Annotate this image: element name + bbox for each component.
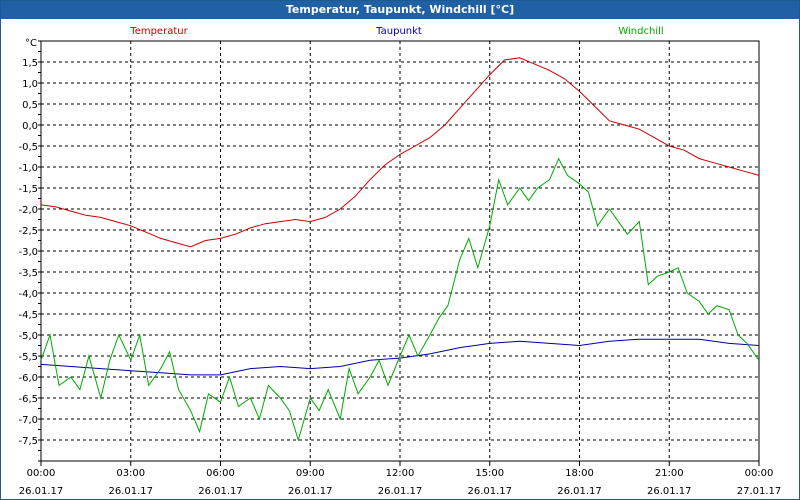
y-tick-label: -5,0 <box>18 331 38 342</box>
x-tick-time: 12:00 <box>386 468 415 479</box>
y-tick-label: -6,0 <box>18 373 38 384</box>
x-tick-date: 26.01.17 <box>378 486 423 497</box>
y-axis-unit: °C <box>25 38 37 49</box>
line-chart: Temperatur Taupunkt Windchill 1,5 1,0 0,5 0,0… <box>18 26 781 497</box>
x-tick-date: 26.01.17 <box>198 486 243 497</box>
x-tick-date: 26.01.17 <box>108 486 153 497</box>
y-tick-label: 1,5 <box>22 58 38 69</box>
chart-legend: Temperatur Taupunkt Windchill <box>129 26 663 37</box>
x-tick-date: 26.01.17 <box>19 486 64 497</box>
y-tick-label: 1,0 <box>22 79 38 90</box>
x-tick-date: 26.01.17 <box>557 486 602 497</box>
y-tick-label: 0,5 <box>22 100 38 111</box>
x-tick-date: 26.01.17 <box>288 486 333 497</box>
x-tick-date: 26.01.17 <box>467 486 512 497</box>
legend-entry-taupunkt: Taupunkt <box>375 26 422 37</box>
x-tick-time: 21:00 <box>655 468 684 479</box>
x-tick-time: 00:00 <box>27 468 56 479</box>
y-tick-label: -5,5 <box>18 352 38 363</box>
y-tick-label: -1,5 <box>18 184 38 195</box>
x-tick-time: 03:00 <box>116 468 145 479</box>
y-tick-label: -2,0 <box>18 205 38 216</box>
y-tick-label: -2,5 <box>18 226 38 237</box>
y-tick-label: -3,5 <box>18 268 38 279</box>
y-tick-label: -1,0 <box>18 163 38 174</box>
x-tick-date: 27.01.17 <box>737 486 782 497</box>
legend-entry-temperatur: Temperatur <box>129 26 188 37</box>
chart-tick-labels: 1,5 1,0 0,5 0,0 -0,5 -1,0 -1,5 -2,0 -2,5 -3,0 -3,5… <box>18 38 781 497</box>
chart-grid <box>40 41 760 461</box>
y-tick-label: -4,5 <box>18 310 38 321</box>
y-tick-label: -6,5 <box>18 394 38 405</box>
chart-axes <box>38 40 760 466</box>
x-tick-time: 09:00 <box>296 468 325 479</box>
x-tick-time: 18:00 <box>565 468 594 479</box>
x-tick-time: 15:00 <box>475 468 504 479</box>
window-title: Temperatur, Taupunkt, Windchill [°C] <box>1 1 799 19</box>
legend-entry-windchill: Windchill <box>618 26 663 37</box>
series-line-temperatur <box>40 57 760 248</box>
y-tick-label: -7,0 <box>18 415 38 426</box>
y-tick-label: -3,0 <box>18 247 38 258</box>
y-tick-label: 0,0 <box>22 121 38 132</box>
y-tick-label: -4,0 <box>18 289 38 300</box>
x-tick-time: 06:00 <box>206 468 235 479</box>
y-tick-label: -7,5 <box>18 436 38 447</box>
y-tick-label: -0,5 <box>18 142 38 153</box>
chart-window: Temperatur, Taupunkt, Windchill [°C] Tem… <box>0 0 800 500</box>
x-tick-time: 00:00 <box>745 468 774 479</box>
x-tick-date: 26.01.17 <box>647 486 692 497</box>
